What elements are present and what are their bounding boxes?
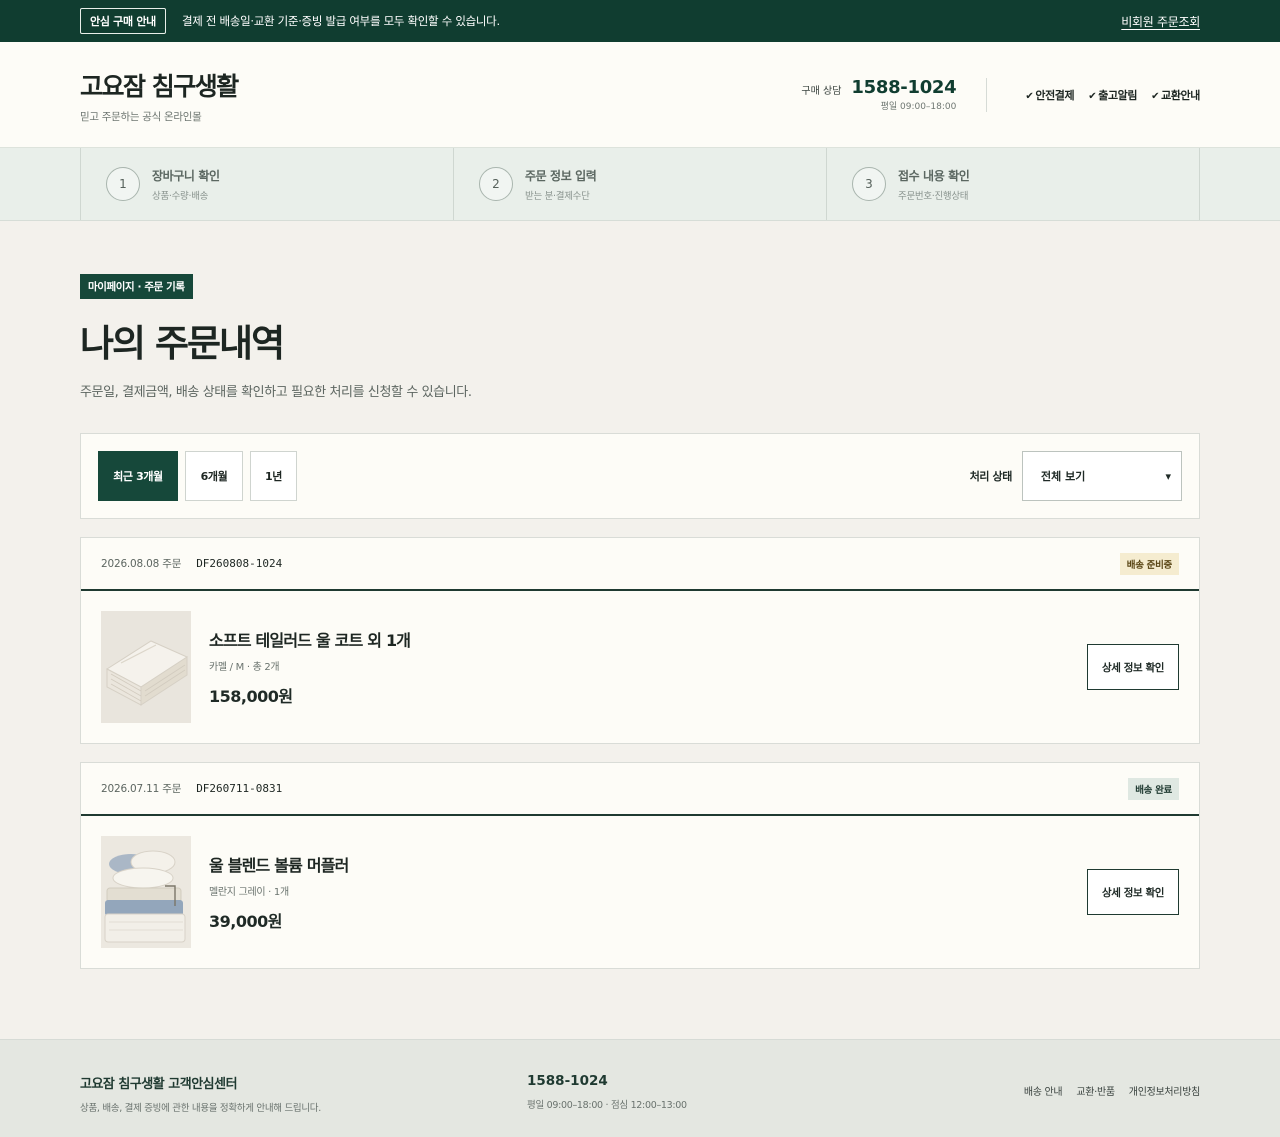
order-filter: 최근 3개월 6개월 1년 처리 상태 전체 보기 ▾: [80, 433, 1200, 519]
status-badge: 배송 준비중: [1119, 552, 1179, 575]
step-title: 주문 정보 입력: [525, 168, 597, 183]
footer-link-shipping[interactable]: 배송 안내: [1024, 1083, 1063, 1114]
order-number: DF260808-1024: [196, 557, 283, 570]
contact-label: 구매 상담: [801, 86, 842, 97]
footer-links: 배송 안내 교환·반품 개인정보처리방침: [1024, 1083, 1200, 1114]
pillow-bedding-image: [101, 836, 191, 948]
check-icon: ✔: [1025, 91, 1034, 102]
assurance-item: ✔ 출고알림: [1088, 89, 1138, 102]
footer-contact: 1588-1024 평일 09:00–18:00 · 점심 12:00–13:0…: [527, 1073, 687, 1114]
page-title: 나의 주문내역: [80, 322, 285, 365]
status-filter-label: 처리 상태: [969, 470, 1013, 483]
breadcrumb-tag: 마이페이지 · 주문 기록: [80, 274, 193, 299]
check-icon: ✔: [1088, 91, 1097, 102]
step-order-info: 2 주문 정보 입력 받는 분·결제수단: [454, 148, 827, 220]
order-steps: 1 장바구니 확인 상품·수량·배송 2 주문 정보 입력 받는 분·결제수단 …: [0, 148, 1280, 221]
order-header: 2026.07.11 주문 DF260711-0831 배송 완료: [81, 763, 1199, 816]
assurance-item: ✔ 안전결제: [1025, 89, 1075, 102]
product-price: 158,000원: [209, 687, 293, 706]
order-detail-button[interactable]: 상세 정보 확인: [1087, 869, 1179, 915]
assurance-item: ✔ 교환안내: [1151, 89, 1200, 102]
status-select-value: 전체 보기: [1041, 470, 1086, 483]
status-select[interactable]: 전체 보기 ▾: [1022, 451, 1182, 501]
product-price: 39,000원: [209, 912, 282, 931]
assurance-list: ✔ 안전결제 ✔ 출고알림 ✔ 교환안내: [1025, 87, 1200, 103]
step-title: 장바구니 확인: [152, 168, 220, 183]
order-item: 소프트 테일러드 울 코트 외 1개 카멜 / M · 총 2개 158,000…: [81, 591, 1199, 743]
period-1year-button[interactable]: 1년: [250, 451, 297, 501]
site-footer: 고요잠 침구생활 고객안심센터 상품, 배송, 결제 증빙에 관한 내용을 정확…: [0, 1039, 1280, 1137]
chevron-down-icon: ▾: [1165, 469, 1171, 483]
product-thumbnail[interactable]: [101, 836, 191, 948]
guest-order-lookup-link[interactable]: 비회원 주문조회: [1121, 13, 1200, 30]
footer-phone: 1588-1024: [527, 1073, 608, 1089]
product-name[interactable]: 소프트 테일러드 울 코트 외 1개: [209, 627, 411, 651]
top-notice-bar: 안심 구매 안내 결제 전 배송일·교환 기준·증빙 발급 여부를 모두 확인할…: [0, 0, 1280, 42]
product-option: 카멜 / M · 총 2개: [209, 662, 280, 673]
step-number: 2: [479, 167, 513, 201]
step-desc: 받는 분·결제수단: [525, 190, 590, 202]
footer-title: 고요잠 침구생활 고객안심센터: [80, 1077, 238, 1092]
order-number: DF260711-0831: [196, 782, 283, 795]
order-date: 2026.08.08 주문: [101, 558, 182, 570]
order-card: 2026.07.11 주문 DF260711-0831 배송 완료 울 블렌드 …: [80, 762, 1200, 969]
order-date: 2026.07.11 주문: [101, 783, 182, 795]
step-number: 1: [106, 167, 140, 201]
page-heading: 마이페이지 · 주문 기록 나의 주문내역 주문일, 결제금액, 배송 상태를 …: [80, 221, 1200, 400]
footer-center-info: 고요잠 침구생활 고객안심센터 상품, 배송, 결제 증빙에 관한 내용을 정확…: [80, 1073, 527, 1114]
notice-badge: 안심 구매 안내: [80, 8, 166, 34]
order-detail-button[interactable]: 상세 정보 확인: [1087, 644, 1179, 690]
footer-link-returns[interactable]: 교환·반품: [1076, 1083, 1115, 1114]
step-desc: 상품·수량·배송: [152, 190, 209, 202]
brand-block[interactable]: 고요잠 침구생활 믿고 주문하는 공식 온라인몰: [80, 67, 239, 124]
product-info: 소프트 테일러드 울 코트 외 1개 카멜 / M · 총 2개 158,000…: [209, 627, 411, 707]
period-3months-button[interactable]: 최근 3개월: [98, 451, 178, 501]
order-card: 2026.08.08 주문 DF260808-1024 배송 준비중 소프트 테…: [80, 537, 1200, 744]
footer-hours: 평일 09:00–18:00 · 점심 12:00–13:00: [527, 1100, 687, 1111]
contact-number: 1588-1024: [851, 77, 957, 98]
order-item: 울 블렌드 볼륨 머플러 멜란지 그레이 · 1개 39,000원 상세 정보 …: [81, 816, 1199, 968]
order-header: 2026.08.08 주문 DF260808-1024 배송 준비중: [81, 538, 1199, 591]
brand-tagline: 믿고 주문하는 공식 온라인몰: [80, 110, 202, 123]
product-option: 멜란지 그레이 · 1개: [209, 887, 289, 898]
product-name[interactable]: 울 블렌드 볼륨 머플러: [209, 852, 349, 876]
page-description: 주문일, 결제금액, 배송 상태를 확인하고 필요한 처리를 신청할 수 있습니…: [80, 385, 472, 400]
folded-blanket-image: [101, 611, 191, 723]
site-header: 고요잠 침구생활 믿고 주문하는 공식 온라인몰 구매 상담 1588-1024…: [0, 42, 1280, 148]
contact-block: 구매 상담 1588-1024 평일 09:00–18:00: [801, 77, 988, 112]
step-number: 3: [852, 167, 886, 201]
notice-text: 결제 전 배송일·교환 기준·증빙 발급 여부를 모두 확인할 수 있습니다.: [181, 14, 500, 28]
contact-hours: 평일 09:00–18:00: [880, 102, 957, 112]
check-icon: ✔: [1151, 91, 1160, 102]
product-info: 울 블렌드 볼륨 머플러 멜란지 그레이 · 1개 39,000원: [209, 852, 349, 932]
product-thumbnail[interactable]: [101, 611, 191, 723]
step-desc: 주문번호·진행상태: [898, 190, 969, 202]
footer-subtitle: 상품, 배송, 결제 증빙에 관한 내용을 정확하게 안내해 드립니다.: [80, 1103, 321, 1114]
step-cart: 1 장바구니 확인 상품·수량·배송: [81, 148, 454, 220]
footer-link-privacy[interactable]: 개인정보처리방침: [1129, 1083, 1201, 1114]
period-6months-button[interactable]: 6개월: [185, 451, 243, 501]
status-badge: 배송 완료: [1128, 777, 1179, 800]
brand-logo: 고요잠 침구생활: [80, 71, 239, 101]
step-confirm: 3 접수 내용 확인 주문번호·진행상태: [827, 148, 1200, 220]
step-title: 접수 내용 확인: [898, 168, 970, 183]
main-content: 마이페이지 · 주문 기록 나의 주문내역 주문일, 결제금액, 배송 상태를 …: [80, 221, 1200, 969]
